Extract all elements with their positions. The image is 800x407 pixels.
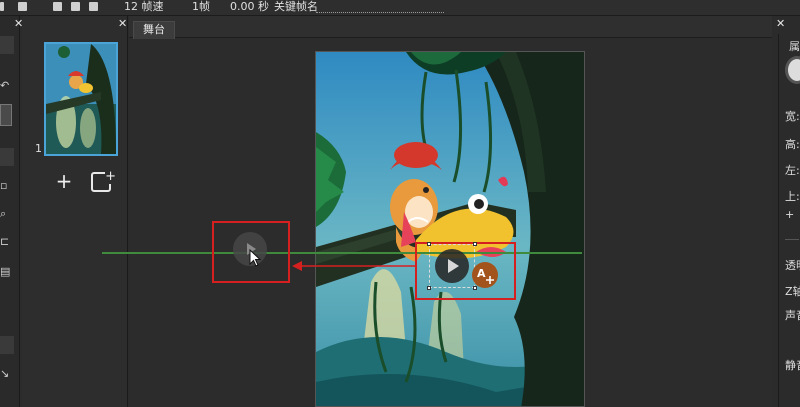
keyframe-name-input[interactable] xyxy=(316,12,444,13)
add-text-icon[interactable]: A xyxy=(472,262,498,288)
selection-handle[interactable] xyxy=(427,286,431,290)
keyframe-name-label: 关键帧名 xyxy=(274,0,318,13)
width-label: 宽: xyxy=(785,110,800,123)
tool-icon-b[interactable]: ⊏ xyxy=(0,236,10,248)
tool-icon-d[interactable]: ↘ xyxy=(0,368,10,380)
height-label: 高: xyxy=(785,138,800,151)
opacity-label: 透明 xyxy=(785,259,800,272)
left-label: 左: xyxy=(785,164,800,177)
divider xyxy=(785,239,799,240)
tool-active-icon[interactable] xyxy=(0,104,12,126)
properties-title: 属 xyxy=(789,40,800,53)
close-icon[interactable]: ✕ xyxy=(776,17,785,30)
toolbar-square-icon-2[interactable] xyxy=(53,2,62,11)
top-label: 上: xyxy=(785,190,800,203)
arrow-icon xyxy=(292,261,416,271)
tool-icon-a[interactable]: ▫ xyxy=(0,180,10,192)
close-icon[interactable]: ✕ xyxy=(118,17,127,30)
toolbar-square-icon-4[interactable] xyxy=(89,2,98,11)
toolbar-square-icon-3[interactable] xyxy=(71,2,80,11)
tool-band-3 xyxy=(0,336,14,354)
svg-text:A: A xyxy=(477,267,486,280)
stage-tabbar: 舞台 xyxy=(129,16,772,39)
tool-strip: ↶ ▫ ⌕ ⊏ ▤ ↘ xyxy=(0,16,20,407)
stage-canvas[interactable] xyxy=(315,51,585,407)
time-value: 0.00 秒 xyxy=(230,0,269,13)
tab-stage[interactable]: 舞台 xyxy=(133,21,175,39)
mute-label: 静音 xyxy=(785,359,800,372)
tool-icon-c[interactable]: ▤ xyxy=(0,266,10,278)
scene-thumbnail-image xyxy=(46,44,116,154)
search-tool-icon[interactable]: ⌕ xyxy=(0,208,10,220)
tool-band-2 xyxy=(0,148,14,166)
toolbar-icon-partial[interactable] xyxy=(0,2,4,11)
add-page-button[interactable] xyxy=(91,170,116,192)
plus-label[interactable]: + xyxy=(785,208,794,221)
stage-scene-image xyxy=(316,52,584,406)
scene-panel: ✕ ✕ 1 + xyxy=(14,16,128,407)
scene-thumbnail[interactable] xyxy=(44,42,118,156)
close-icon[interactable]: ✕ xyxy=(14,17,23,30)
z-axis-label: Z轴 xyxy=(785,285,800,298)
sound-label: 声音 xyxy=(785,309,800,322)
selection-box[interactable] xyxy=(427,242,477,290)
selection-handle[interactable] xyxy=(473,242,477,246)
mouse-cursor-icon xyxy=(249,249,261,267)
avatar[interactable] xyxy=(785,56,800,84)
undo-tool-icon[interactable]: ↶ xyxy=(0,80,10,92)
stage-panel: 舞台 xyxy=(129,16,772,407)
toolbar-square-icon[interactable] xyxy=(18,2,27,11)
text-plus-icon: A xyxy=(477,267,494,284)
frame-value[interactable]: 1帧 xyxy=(192,0,210,13)
selection-handle[interactable] xyxy=(427,242,431,246)
tool-band xyxy=(0,36,14,54)
scene-number: 1 xyxy=(35,142,42,155)
fps-value[interactable]: 12 帧速 xyxy=(124,0,164,13)
add-scene-button[interactable]: + xyxy=(53,170,75,192)
top-toolbar: 12 帧速 1帧 0.00 秒 关键帧名 xyxy=(0,0,800,16)
properties-panel: 属 宽: 高: 左: 上: + 透明 Z轴 声音 静音 xyxy=(778,34,800,407)
